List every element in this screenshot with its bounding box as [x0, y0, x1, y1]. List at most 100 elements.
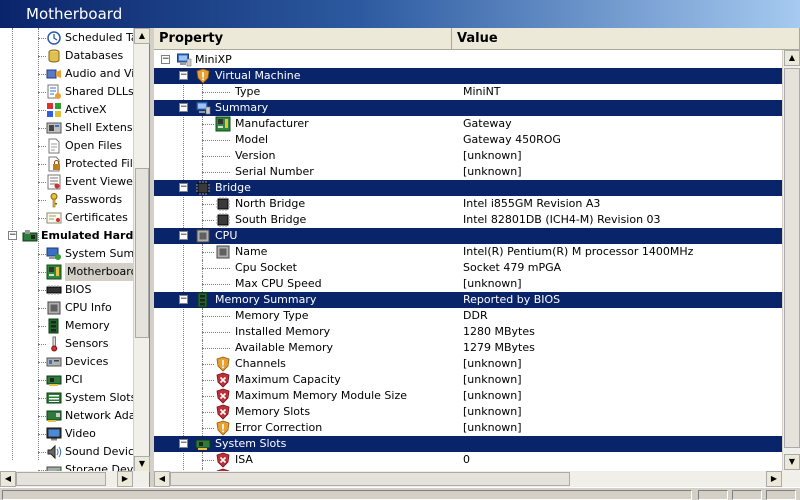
column-header-value[interactable]: Value: [452, 28, 800, 50]
tree-item[interactable]: Video: [46, 425, 96, 443]
tree-item[interactable]: Audio and Vic: [46, 65, 140, 83]
grid-property-row[interactable]: Manufacturer Gateway: [154, 116, 782, 132]
tree-item[interactable]: Sensors: [46, 335, 108, 353]
group-collapse-toggle[interactable]: −: [179, 231, 188, 240]
grid-vertical-scrollbar[interactable]: ▲ ▼: [782, 50, 800, 471]
tree-item[interactable]: ActiveX: [46, 101, 107, 119]
tree-item[interactable]: Passwords: [46, 191, 122, 209]
grid-group-row[interactable]: − Memory Summary Reported by BIOS: [154, 292, 782, 308]
tree-item[interactable]: Devices: [46, 353, 108, 371]
tree-item[interactable]: Sound Device: [46, 443, 141, 461]
grid-property-row[interactable]: South Bridge Intel 82801DB (ICH4-M) Revis…: [154, 212, 782, 228]
column-header-property[interactable]: Property: [154, 28, 452, 50]
grid-property-row[interactable]: ISA 0: [154, 452, 782, 468]
grid-property-row[interactable]: Installed Memory 1280 MBytes: [154, 324, 782, 340]
cpu-icon: [46, 300, 62, 316]
tree-connector: [38, 38, 46, 39]
grid-scroll-left-button[interactable]: ◀: [154, 471, 170, 487]
tree-hscroll-thumb[interactable]: [16, 472, 106, 486]
tree-item-label: CPU Info: [65, 301, 112, 314]
tree-scroll-thumb[interactable]: [135, 168, 149, 338]
group-label: Summary: [215, 101, 269, 114]
tree-collapse-toggle[interactable]: −: [8, 231, 17, 240]
grid-group-row[interactable]: − Bridge: [154, 180, 782, 196]
group-collapse-toggle[interactable]: −: [179, 295, 188, 304]
shield-warning-icon: [215, 356, 231, 372]
tree-item[interactable]: PCI: [46, 371, 83, 389]
navigation-tree[interactable]: Scheduled Ta Databases Audio and Vic Shared…: [0, 28, 150, 487]
tree-vertical-scrollbar[interactable]: ▲ ▼: [133, 28, 150, 472]
grid-scroll-down-button[interactable]: ▼: [784, 454, 800, 470]
grid-scroll-right-button[interactable]: ▶: [766, 471, 782, 487]
tree-connector: [38, 164, 46, 165]
grid-scroll-thumb[interactable]: [784, 68, 800, 448]
tree-scroll-right-button[interactable]: ▶: [117, 471, 133, 487]
tree-item[interactable]: Emulated Hard: [22, 227, 133, 245]
property-value: Intel(R) Pentium(R) M processor 1400MHz: [463, 245, 694, 258]
emulated-hardware-icon: [22, 228, 38, 244]
tree-item[interactable]: Motherboard: [46, 263, 140, 281]
grid-property-row[interactable]: Maximum Capacity [unknown]: [154, 372, 782, 388]
tree-item[interactable]: Open Files: [46, 137, 122, 155]
grid-group-row[interactable]: − CPU: [154, 228, 782, 244]
grid-scroll-up-button[interactable]: ▲: [784, 50, 800, 66]
tree-item[interactable]: BIOS: [46, 281, 91, 299]
tree-horizontal-scrollbar[interactable]: ◀ ▶: [0, 471, 149, 487]
tree-item-label: Open Files: [65, 139, 123, 152]
group-collapse-toggle[interactable]: −: [179, 183, 188, 192]
tree-item-label: Shared DLLs: [65, 85, 134, 98]
group-collapse-toggle[interactable]: −: [179, 439, 188, 448]
property-grid[interactable]: Property Value − MiniXP − Virtual Machine Ty…: [154, 28, 800, 487]
tree-scroll-left-button[interactable]: ◀: [0, 471, 16, 487]
grid-group-row[interactable]: − Summary: [154, 100, 782, 116]
status-bar: [0, 487, 800, 500]
tree-item[interactable]: System Summ: [46, 245, 145, 263]
window-title-bar: Motherboard: [0, 0, 800, 28]
root-collapse-toggle[interactable]: −: [161, 55, 170, 64]
tree-item[interactable]: Databases: [46, 47, 123, 65]
grid-group-row[interactable]: − System Slots: [154, 436, 782, 452]
grid-property-row[interactable]: Version [unknown]: [154, 148, 782, 164]
system-summary-icon: [46, 246, 62, 262]
tree-scroll-up-button[interactable]: ▲: [134, 28, 150, 44]
tree-item[interactable]: System Slots: [46, 389, 136, 407]
tree-item[interactable]: Shared DLLs: [46, 83, 134, 101]
activex-icon: [46, 102, 62, 118]
tree-item[interactable]: Memory: [46, 317, 110, 335]
grid-property-row[interactable]: North Bridge Intel i855GM Revision A3: [154, 196, 782, 212]
grid-property-row[interactable]: Serial Number [unknown]: [154, 164, 782, 180]
grid-property-row[interactable]: Available Memory 1279 MBytes: [154, 340, 782, 356]
grid-property-row[interactable]: Type MiniNT: [154, 84, 782, 100]
grid-horizontal-scrollbar[interactable]: ◀ ▶: [154, 471, 800, 487]
grid-property-row[interactable]: Memory Slots [unknown]: [154, 404, 782, 420]
tree-item-label: PCI: [65, 373, 83, 386]
property-value: Gateway: [463, 117, 512, 130]
tree-item-label: System Slots: [65, 391, 137, 404]
grid-property-row[interactable]: Channels [unknown]: [154, 356, 782, 372]
grid-property-row[interactable]: Maximum Memory Module Size [unknown]: [154, 388, 782, 404]
grid-property-row[interactable]: Model Gateway 450ROG: [154, 132, 782, 148]
tree-item[interactable]: Certificates: [46, 209, 128, 227]
tree-item[interactable]: Network Adap: [46, 407, 142, 425]
grid-property-row[interactable]: Cpu Socket Socket 479 mPGA: [154, 260, 782, 276]
group-collapse-toggle[interactable]: −: [179, 71, 188, 80]
grid-hscroll-thumb[interactable]: [170, 472, 570, 486]
status-panel-2: [698, 490, 728, 500]
grid-property-row[interactable]: Memory Type DDR: [154, 308, 782, 324]
tree-item[interactable]: Event Viewer: [46, 173, 137, 191]
tree-item[interactable]: CPU Info: [46, 299, 112, 317]
property-value: [unknown]: [463, 373, 522, 386]
tree-item[interactable]: Scheduled Ta: [46, 29, 138, 47]
grid-header: Property Value: [154, 28, 800, 50]
grid-row-root[interactable]: − MiniXP: [154, 52, 782, 68]
grid-property-row[interactable]: Name Intel(R) Pentium(R) M processor 1400…: [154, 244, 782, 260]
grid-property-row[interactable]: Max CPU Speed [unknown]: [154, 276, 782, 292]
grid-property-row[interactable]: Error Correction [unknown]: [154, 420, 782, 436]
grid-group-row[interactable]: − Virtual Machine: [154, 68, 782, 84]
computer-icon: [176, 52, 192, 68]
group-collapse-toggle[interactable]: −: [179, 103, 188, 112]
tree-scroll-down-button[interactable]: ▼: [134, 456, 150, 472]
tree-item[interactable]: Protected File: [46, 155, 140, 173]
tree-item-label: Motherboard: [65, 263, 140, 281]
tree-item[interactable]: Shell Extensio: [46, 119, 142, 137]
